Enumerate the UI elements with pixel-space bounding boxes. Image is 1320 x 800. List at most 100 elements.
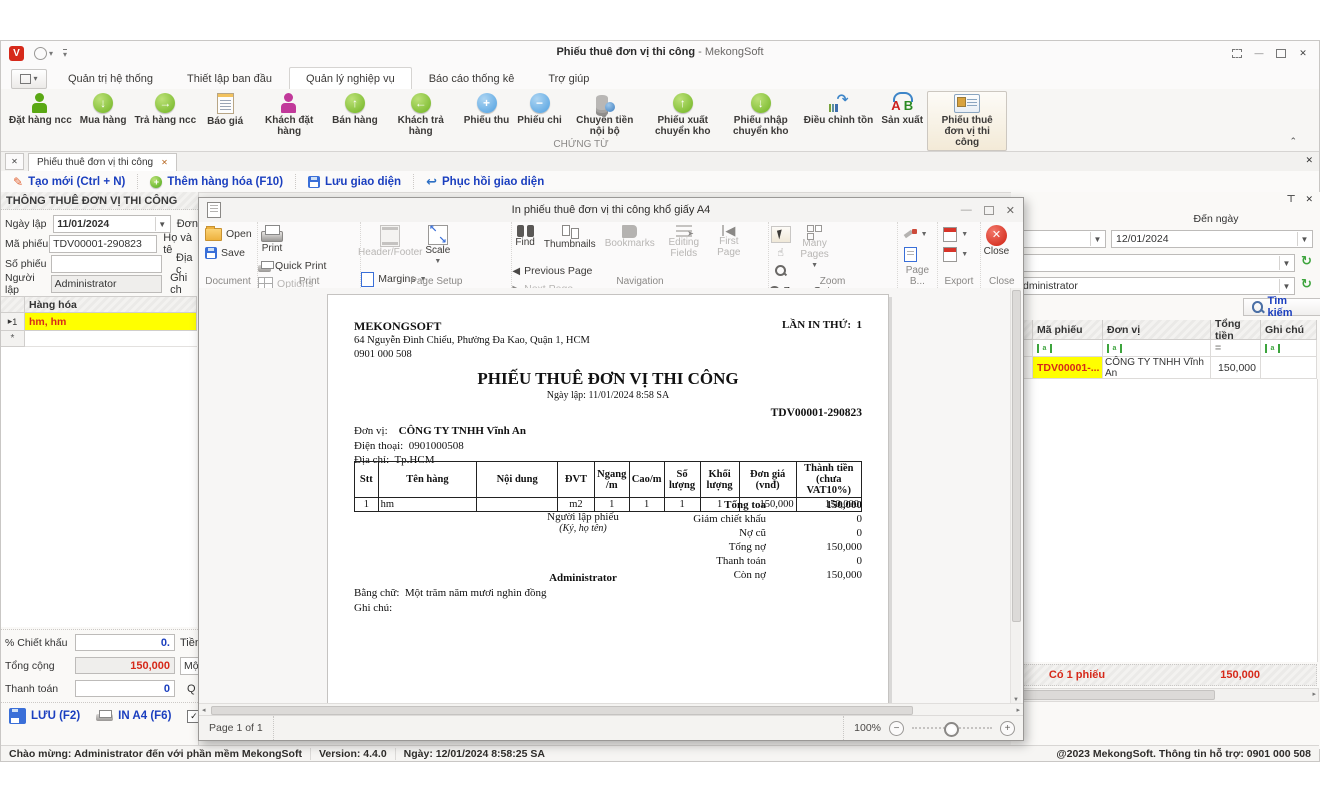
close-preview-button[interactable]: ✕Close xyxy=(981,222,1013,257)
column-header-don-vi[interactable]: Đơn vị xyxy=(1103,320,1211,340)
ngay-lap-combo[interactable]: 11/01/2024▼ xyxy=(53,215,170,233)
find-button[interactable]: Find xyxy=(512,222,537,248)
horizontal-scrollbar[interactable]: ▸ xyxy=(1011,688,1319,702)
ribbon-phieu-chi[interactable]: Phiếu chi xyxy=(513,91,565,128)
ribbon-phieu-xuat-chuyen-kho[interactable]: Phiếu xuất chuyển kho xyxy=(644,91,722,139)
tab-thiet-lap-ban-dau[interactable]: Thiết lập ban đầu xyxy=(170,67,289,89)
hand-tool-button[interactable]: ☝ xyxy=(771,244,791,261)
chevron-down-icon[interactable]: ▼ xyxy=(1297,232,1311,246)
zoom-slider[interactable] xyxy=(912,727,992,729)
dialog-maximize-button[interactable] xyxy=(984,206,994,215)
tab-close-left-button[interactable]: ✕ xyxy=(5,153,24,170)
restore-button[interactable] xyxy=(1273,46,1289,60)
from-date-combo[interactable]: ▼ xyxy=(1011,230,1106,248)
send-pdf-button[interactable]: ▼ xyxy=(943,246,968,262)
ribbon-collapse-icon[interactable]: ⌃ xyxy=(1289,136,1297,147)
ngay-lap-label: Ngày lập xyxy=(1,218,53,230)
result-tong-tien[interactable]: 150,000 xyxy=(1211,357,1261,379)
tab-quan-tri-he-thong[interactable]: Quản trị hệ thống xyxy=(51,67,170,89)
column-header-hang-hoa[interactable]: Hàng hóa xyxy=(25,296,197,313)
first-page-button: ◀First Page xyxy=(710,222,748,258)
user-combo[interactable]: Administrator▼ xyxy=(1011,277,1295,295)
page-color-button[interactable] xyxy=(904,246,928,262)
filter-combo-1[interactable]: ▼ xyxy=(1011,254,1295,272)
zoom-out-control[interactable]: − xyxy=(889,721,904,736)
tab-quan-ly-nghiep-vu[interactable]: Quản lý nghiệp vụ xyxy=(289,67,412,89)
preview-area[interactable]: MEKONGSOFT LẦN IN THỨ: 1 64 Nguyễn Đình … xyxy=(199,288,1023,704)
ribbon-dat-hang-ncc[interactable]: Đặt hàng ncc xyxy=(5,91,76,128)
dialog-close-button[interactable]: ✕ xyxy=(1006,204,1015,217)
ribbon-bao-gia[interactable]: Báo giá xyxy=(200,91,250,129)
zoom-in-control[interactable]: + xyxy=(1000,721,1015,736)
tab-close-icon[interactable]: ✕ xyxy=(161,158,168,167)
ribbon-khach-dat-hang[interactable]: Khách đặt hàng xyxy=(250,91,328,139)
ribbon-san-xuat[interactable]: Sản xuất xyxy=(877,91,927,128)
thumbnails-button[interactable]: Thumbnails xyxy=(541,222,599,250)
new-item-row[interactable]: * xyxy=(1,331,197,347)
preview-vertical-scrollbar[interactable]: ▼ xyxy=(1010,288,1021,704)
ribbon-phieu-thu[interactable]: Phiếu thu xyxy=(460,91,514,128)
minimize-button[interactable]: — xyxy=(1251,46,1267,60)
chiet-khau-input[interactable]: 0. xyxy=(75,634,175,651)
chevron-down-icon[interactable]: ▼ xyxy=(1090,232,1104,246)
refresh-icon[interactable]: ↻ xyxy=(1301,276,1312,292)
zoom-slider-knob[interactable] xyxy=(944,722,959,737)
zoom-percent: 100% xyxy=(854,722,881,734)
fullscreen-button[interactable] xyxy=(1229,46,1245,60)
ribbon-ban-hang[interactable]: Bán hàng xyxy=(328,91,382,128)
column-header-ma-phieu[interactable]: Mã phiếu xyxy=(1033,320,1103,340)
result-ghi-chu[interactable] xyxy=(1261,357,1317,379)
ribbon-chuyen-tien-noi-bo[interactable]: Chuyển tiền nội bộ xyxy=(566,91,644,139)
so-phieu-input[interactable] xyxy=(51,255,162,273)
pin-icon[interactable]: ⊤ xyxy=(1286,194,1295,205)
tabstrip-close-right-button[interactable]: ✕ xyxy=(1305,155,1313,166)
save-button[interactable]: LƯU (F2) xyxy=(9,708,80,724)
ribbon-mua-hang[interactable]: Mua hàng xyxy=(76,91,131,128)
quick-print-button[interactable]: Quick Print xyxy=(258,258,329,274)
save-button[interactable]: Save xyxy=(205,245,252,261)
filter-tong-tien[interactable]: = xyxy=(1211,340,1261,357)
ribbon-dieu-chinh-ton[interactable]: Điều chỉnh tồn xyxy=(800,91,877,128)
result-don-vi[interactable]: CÔNG TY TNHH Vĩnh An xyxy=(1103,357,1211,379)
ma-phieu-input[interactable]: TDV00001-290823 xyxy=(49,235,157,253)
chevron-down-icon[interactable]: ▼ xyxy=(1279,279,1293,293)
dialog-minimize-button[interactable]: — xyxy=(961,204,972,216)
ribbon-menu-button[interactable]: ▾ xyxy=(11,69,47,89)
dialog-title-bar[interactable]: In phiếu thuê đơn vị thi công khổ giấy A… xyxy=(199,198,1023,223)
print-button[interactable]: Print xyxy=(258,222,286,254)
add-item-button[interactable]: Thêm hàng hóa (F10) xyxy=(138,174,296,189)
filter-don-vi[interactable]: a xyxy=(1103,340,1211,357)
panel-close-icon[interactable]: ✕ xyxy=(1305,194,1313,205)
refresh-icon[interactable]: ↻ xyxy=(1301,253,1312,269)
column-header-tong-tien[interactable]: Tổng tiền xyxy=(1211,320,1261,340)
watermark-button[interactable]: ▼ xyxy=(904,226,928,242)
save-layout-button[interactable]: Lưu giao diện xyxy=(296,174,414,189)
chevron-down-icon[interactable]: ▼ xyxy=(155,217,169,231)
new-item-cell[interactable] xyxy=(25,331,197,347)
ribbon-tra-hang-ncc[interactable]: Trả hàng ncc xyxy=(130,91,200,128)
filter-ghi-chu[interactable]: a xyxy=(1261,340,1317,357)
print-a4-button[interactable]: IN A4 (F6) xyxy=(96,710,171,723)
thanh-toan-input[interactable]: 0 xyxy=(75,680,175,697)
item-cell-hang-hoa[interactable]: hm, hm xyxy=(25,313,197,331)
close-button[interactable]: ✕ xyxy=(1295,46,1311,60)
result-ma-phieu[interactable]: TDV00001-... xyxy=(1033,357,1103,379)
column-header-ghi-chu[interactable]: Ghi chú xyxy=(1261,320,1317,340)
search-button[interactable]: Tìm kiếm xyxy=(1243,298,1320,316)
ribbon-khach-tra-hang[interactable]: Khách trả hàng xyxy=(382,91,460,139)
filter-ma-phieu[interactable]: a xyxy=(1033,340,1103,357)
tab-bao-cao-thong-ke[interactable]: Báo cáo thống kê xyxy=(412,67,532,89)
export-pdf-button[interactable]: ▼ xyxy=(943,226,968,242)
den-ngay-combo[interactable]: 12/01/2024▼ xyxy=(1111,230,1313,248)
document-tab[interactable]: Phiếu thuê đơn vị thi công ✕ xyxy=(28,153,177,171)
tab-tro-giup[interactable]: Trợ giúp xyxy=(531,67,606,89)
ribbon-phieu-nhap-chuyen-kho[interactable]: Phiếu nhập chuyển kho xyxy=(722,91,800,139)
restore-layout-button[interactable]: ↩Phục hồi giao diện xyxy=(414,174,556,189)
item-row[interactable]: ▸1 hm, hm xyxy=(1,313,197,331)
pointer-tool-button[interactable] xyxy=(771,226,791,243)
open-button[interactable]: Open xyxy=(205,226,252,242)
chevron-down-icon[interactable]: ▼ xyxy=(1279,256,1293,270)
scale-button[interactable]: Scale▼ xyxy=(422,222,453,267)
new-button[interactable]: ✎Tạo mới (Ctrl + N) xyxy=(1,174,138,189)
result-row[interactable]: TDV00001-... CÔNG TY TNHH Vĩnh An 150,00… xyxy=(1011,357,1317,379)
